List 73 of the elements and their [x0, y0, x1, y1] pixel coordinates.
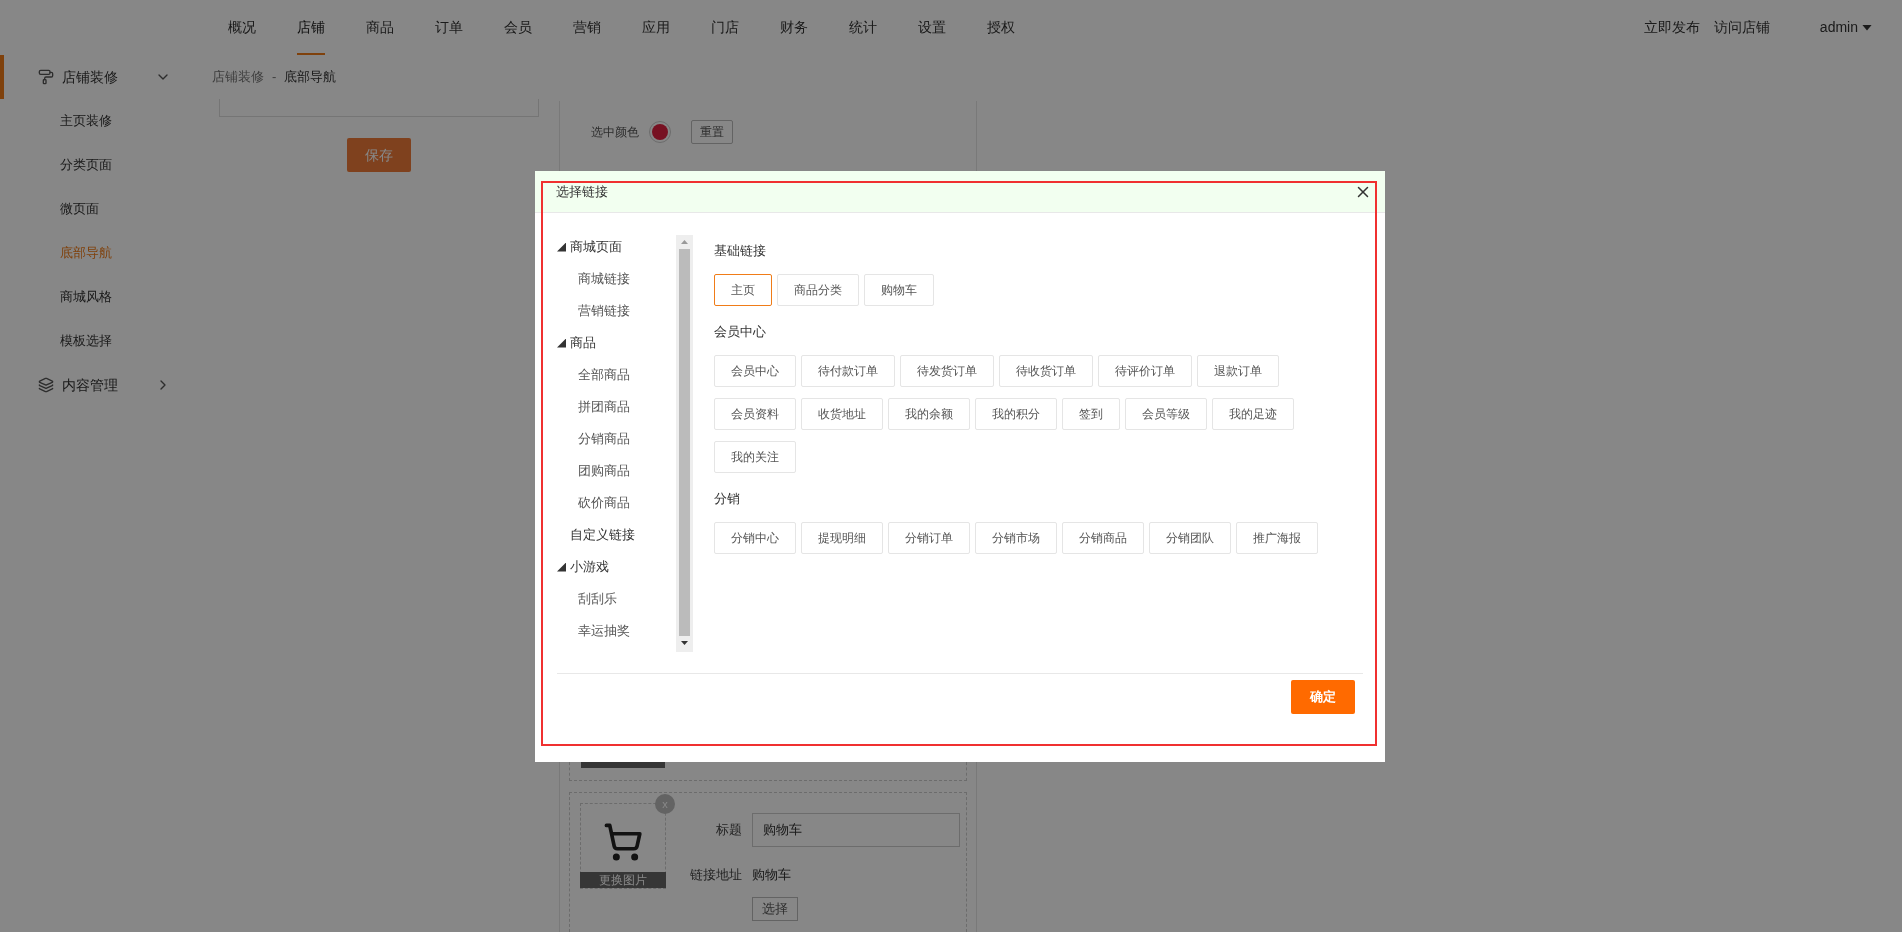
- link-option[interactable]: 提现明细: [801, 522, 883, 554]
- link-option[interactable]: 商品分类: [777, 274, 859, 306]
- link-option[interactable]: 待收货订单: [999, 355, 1093, 387]
- link-option[interactable]: 分销订单: [888, 522, 970, 554]
- link-option[interactable]: 我的余额: [888, 398, 970, 430]
- nav-tab[interactable]: 财务: [780, 0, 808, 55]
- nav-tab[interactable]: 概况: [228, 0, 256, 55]
- sidebar-group[interactable]: 内容管理: [0, 363, 195, 407]
- link-option[interactable]: 分销团队: [1149, 522, 1231, 554]
- link-option[interactable]: 我的关注: [714, 441, 796, 473]
- tree-item[interactable]: 商城页面: [570, 237, 622, 257]
- sidebar-item[interactable]: 主页装修: [0, 99, 195, 143]
- tree-item[interactable]: 营销链接: [578, 301, 630, 321]
- breadcrumb-separator: -: [272, 68, 277, 87]
- link-option[interactable]: 主页: [714, 274, 772, 306]
- breadcrumb-current: 底部导航: [284, 68, 337, 87]
- section-heading: 基础链接: [714, 242, 767, 261]
- tree-item[interactable]: 刮刮乐: [578, 589, 617, 609]
- section-heading: 会员中心: [714, 323, 767, 342]
- link-option[interactable]: 待评价订单: [1098, 355, 1192, 387]
- link-option[interactable]: 会员等级: [1125, 398, 1207, 430]
- reset-button[interactable]: 重置: [691, 120, 733, 144]
- tree-item[interactable]: 幸运抽奖: [578, 621, 630, 641]
- nav-tab[interactable]: 门店: [711, 0, 739, 55]
- field-label: 链接地址: [689, 866, 742, 884]
- nav-tab[interactable]: 店铺: [297, 0, 325, 55]
- nav-tab[interactable]: 设置: [918, 0, 946, 55]
- link-option[interactable]: 收货地址: [801, 398, 883, 430]
- nav-tab[interactable]: 会员: [504, 0, 532, 55]
- link-option[interactable]: 会员中心: [714, 355, 796, 387]
- link-option[interactable]: 签到: [1062, 398, 1120, 430]
- link-option[interactable]: 购物车: [864, 274, 934, 306]
- link-option[interactable]: 我的足迹: [1212, 398, 1294, 430]
- nav-tab[interactable]: 授权: [987, 0, 1015, 55]
- nav-tab[interactable]: 营销: [573, 0, 601, 55]
- header-link[interactable]: 访问店铺: [1713, 17, 1770, 38]
- link-option[interactable]: 会员资料: [714, 398, 796, 430]
- sidebar-group[interactable]: 店铺装修: [0, 55, 195, 99]
- link-option[interactable]: 我的积分: [975, 398, 1057, 430]
- link-option[interactable]: 退款订单: [1197, 355, 1279, 387]
- sidebar-item[interactable]: 微页面: [0, 187, 195, 231]
- tree-item[interactable]: 小游戏: [570, 557, 609, 577]
- link-option[interactable]: 分销中心: [714, 522, 796, 554]
- link-option[interactable]: 待发货订单: [900, 355, 994, 387]
- tree-item[interactable]: 全部商品: [578, 365, 630, 385]
- tree-item[interactable]: 拼团商品: [578, 397, 630, 417]
- nav-tab[interactable]: 订单: [435, 0, 463, 55]
- section-heading: 分销: [714, 490, 741, 509]
- link-option[interactable]: 分销商品: [1062, 522, 1144, 554]
- choose-button[interactable]: 选择: [752, 896, 798, 921]
- tree-item[interactable]: 自定义链接: [557, 525, 635, 545]
- field-label: 选中颜色: [591, 124, 639, 141]
- link-value: 购物车: [752, 866, 791, 884]
- nav-tab[interactable]: 统计: [849, 0, 877, 55]
- tree-item[interactable]: 商品: [570, 333, 596, 353]
- link-option[interactable]: 推广海报: [1236, 522, 1318, 554]
- tree-item[interactable]: 团购商品: [578, 461, 630, 481]
- nav-tab[interactable]: 商品: [366, 0, 394, 55]
- tree-item[interactable]: 砍价商品: [578, 493, 630, 513]
- tree-item[interactable]: 商城链接: [578, 269, 630, 289]
- field-label: 标题: [715, 821, 742, 840]
- sidebar-item[interactable]: 模板选择: [0, 319, 195, 363]
- tree-item[interactable]: 分销商品: [578, 429, 630, 449]
- dialog-title: 选择链接: [556, 182, 608, 201]
- title-input[interactable]: 购物车: [752, 813, 960, 847]
- link-option[interactable]: 分销市场: [975, 522, 1057, 554]
- sidebar-item[interactable]: 分类页面: [0, 143, 195, 187]
- nav-tab[interactable]: 应用: [642, 0, 670, 55]
- header-link[interactable]: 立即发布: [1643, 17, 1700, 38]
- change-image-button[interactable]: 更换图片: [580, 872, 666, 888]
- sidebar-item[interactable]: 商城风格: [0, 275, 195, 319]
- link-option[interactable]: 待付款订单: [801, 355, 895, 387]
- user-menu[interactable]: admin: [1819, 17, 1872, 38]
